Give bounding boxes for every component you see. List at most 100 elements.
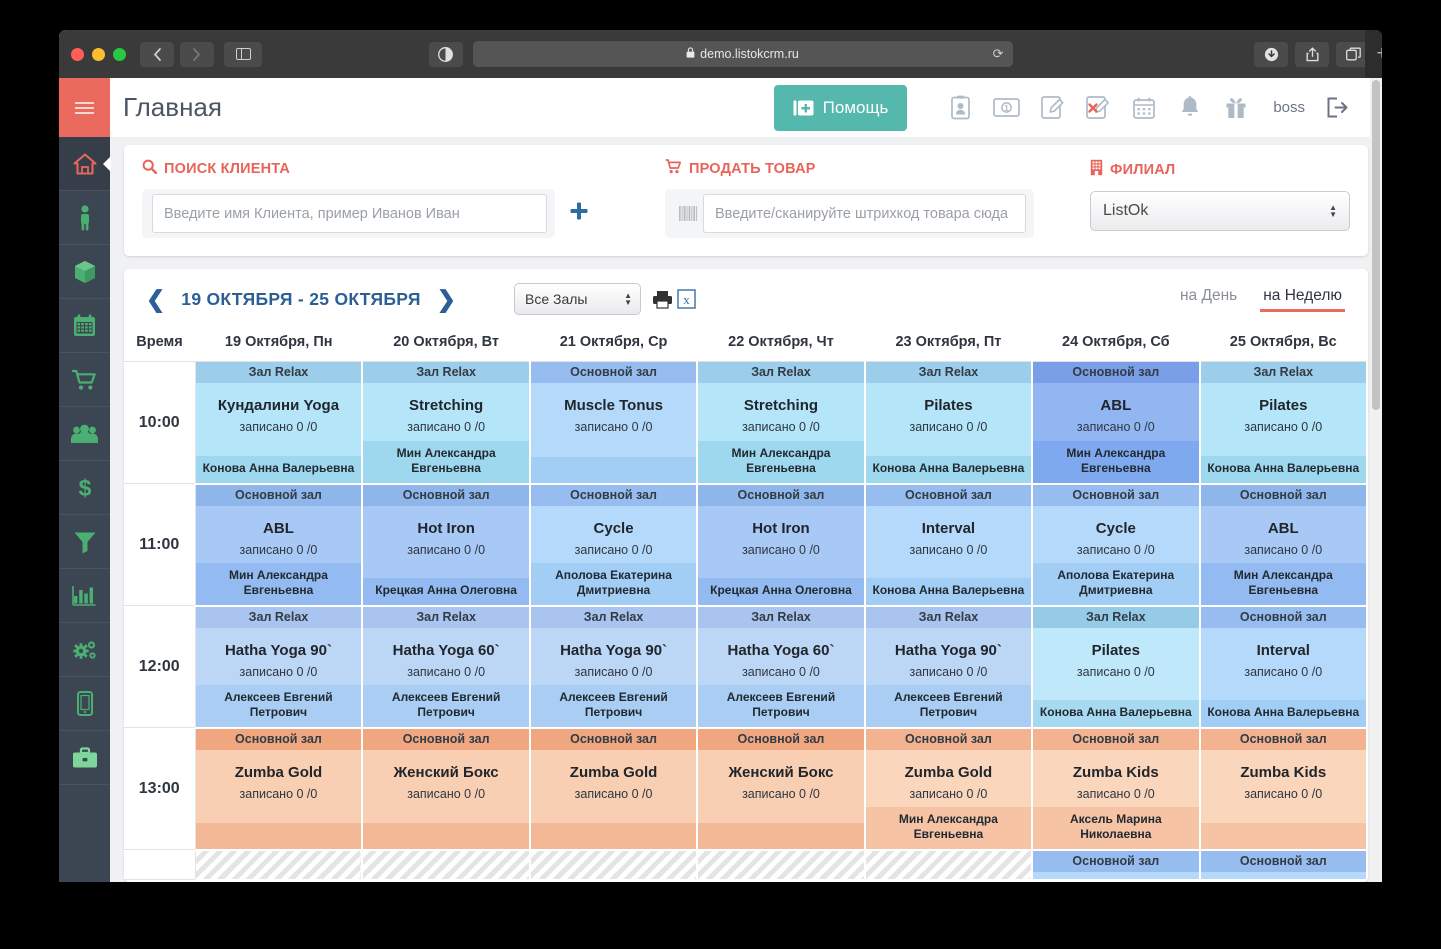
class-event[interactable]: Основной зал Zumba Gold записано 0 /0	[195, 728, 362, 849]
class-event[interactable]: Зал Relax Hatha Yoga 90` записано 0 /0 Алек…	[530, 606, 697, 727]
class-event[interactable]: Основной зал Женский Бокс записано 0 /0	[698, 728, 864, 849]
schedule-cell[interactable]: Основной зал Женский Бокс записано 0 /0	[362, 727, 531, 851]
bell-icon[interactable]	[1167, 88, 1213, 128]
schedule-cell[interactable]: Зал Relax Pilates записано 0 /0 Конова Анна…	[864, 361, 1034, 485]
barcode-input[interactable]	[703, 194, 1026, 233]
sidebar-item-sales[interactable]	[59, 353, 110, 407]
hall-filter-select[interactable]: Все Залы ▲ ▼	[514, 283, 641, 315]
schedule-cell[interactable]: Зал Relax Hatha Yoga 60` записано 0 /0 Алек…	[362, 605, 531, 729]
branch-select[interactable]: ListOk ▲ ▼	[1090, 191, 1350, 231]
schedule-cell[interactable]: Основной зал	[1032, 849, 1201, 881]
schedule-cell[interactable]	[864, 849, 1034, 881]
edit-note-icon[interactable]	[1029, 88, 1075, 128]
schedule-cell[interactable]: Основной зал ABL записано 0 /0 Мин Александ…	[1199, 483, 1368, 607]
maximize-window-button[interactable]	[113, 47, 126, 61]
schedule-cell[interactable]: Основной зал Zumba Gold записано 0 /0	[529, 727, 699, 851]
class-event[interactable]: Зал Relax Pilates записано 0 /0 Конова Анна…	[1200, 362, 1366, 483]
reader-view-icon[interactable]	[428, 41, 463, 67]
schedule-cell[interactable]: Зал Relax Stretching записано 0 /0 Мин Алек…	[362, 361, 531, 485]
sidebar-item-business[interactable]	[59, 731, 110, 785]
schedule-cell[interactable]: Основной зал Muscle Tonus записано 0 /0	[529, 361, 699, 485]
schedule-table-scroll[interactable]: Время 19 Октября, Пн 20 Октября, Вт 21 О…	[124, 325, 1368, 882]
schedule-cell[interactable]: Основной зал Zumba Kids записано 0 /0 Аксел…	[1032, 727, 1201, 851]
sidebar-item-settings[interactable]	[59, 623, 110, 677]
class-event[interactable]: Зал Relax Stretching записано 0 /0 Мин Алек…	[363, 362, 529, 483]
close-window-button[interactable]	[71, 47, 84, 61]
client-search-input[interactable]	[152, 194, 547, 233]
class-event[interactable]: Зал Relax Hatha Yoga 60` записано 0 /0 Алек…	[698, 606, 864, 727]
class-event[interactable]: Основной зал Женский Бокс записано 0 /0	[363, 728, 529, 849]
sidebar-item-funnel[interactable]	[59, 515, 110, 569]
logout-icon[interactable]	[1314, 88, 1360, 128]
class-event[interactable]: Основной зал Cycle записано 0 /0 Аполова Ек…	[1033, 484, 1199, 605]
download-icon[interactable]	[1254, 41, 1288, 67]
sidebar-menu-button[interactable]	[59, 78, 110, 137]
scrollbar-thumb[interactable]	[1372, 80, 1380, 410]
sidebar-item-schedule[interactable]	[59, 299, 110, 353]
class-event[interactable]: Основной зал	[1033, 850, 1199, 879]
sidebar-item-finance[interactable]: $	[59, 461, 110, 515]
excel-export-icon[interactable]: x	[677, 289, 696, 309]
schedule-cell[interactable]: Основной зал Zumba Gold записано 0 /0	[195, 727, 364, 851]
class-event[interactable]: Основной зал Hot Iron записано 0 /0 Крецкая…	[698, 484, 864, 605]
next-week-button[interactable]: ❯	[431, 287, 462, 311]
schedule-cell[interactable]: Основной зал ABL записано 0 /0 Мин Александ…	[195, 483, 364, 607]
help-button[interactable]: Помощь	[773, 84, 908, 131]
gift-icon[interactable]	[1213, 88, 1259, 128]
schedule-cell[interactable]: Зал Relax Hatha Yoga 90` записано 0 /0 Алек…	[864, 605, 1034, 729]
schedule-cell[interactable]: Основной зал Cycle записано 0 /0 Аполова Ек…	[1032, 483, 1201, 607]
class-event[interactable]: Основной зал Interval записано 0 /0 Конова …	[1200, 606, 1366, 727]
class-event[interactable]: Зал Relax Hatha Yoga 90` записано 0 /0 Алек…	[195, 606, 362, 727]
schedule-cell[interactable]	[529, 849, 699, 881]
address-bar[interactable]: demo.listokcrm.ru ⟳	[472, 41, 1013, 67]
class-event[interactable]: Основной зал Muscle Tonus записано 0 /0	[530, 362, 697, 483]
sidebar-item-clients[interactable]	[59, 191, 110, 245]
class-event[interactable]: Основной зал	[1200, 850, 1366, 879]
minimize-window-button[interactable]	[92, 47, 105, 61]
id-card-icon[interactable]	[937, 88, 983, 128]
class-event[interactable]: Основной зал Zumba Kids записано 0 /0 Аксел…	[1033, 728, 1199, 849]
class-event[interactable]: Основной зал ABL записано 0 /0 Мин Александ…	[1033, 362, 1199, 483]
class-event[interactable]: Зал Relax Hatha Yoga 60` записано 0 /0 Алек…	[363, 606, 529, 727]
money-bill-icon[interactable]: 1	[983, 88, 1029, 128]
sidebar-item-reports[interactable]	[59, 569, 110, 623]
sidebar-item-home[interactable]	[59, 137, 110, 191]
add-client-button[interactable]	[569, 201, 589, 226]
tab-day[interactable]: на День	[1180, 287, 1237, 312]
schedule-cell[interactable]: Основной зал ABL записано 0 /0 Мин Александ…	[1032, 361, 1201, 485]
class-event[interactable]: Основной зал Cycle записано 0 /0 Аполова Ек…	[530, 484, 697, 605]
schedule-cell[interactable]	[195, 849, 364, 881]
new-tab-button[interactable]: +	[1365, 30, 1382, 78]
schedule-cell[interactable]: Основной зал Cycle записано 0 /0 Аполова Ек…	[529, 483, 699, 607]
page-scrollbar[interactable]	[1370, 78, 1382, 882]
class-event[interactable]: Основной зал Zumba Gold записано 0 /0	[530, 728, 697, 849]
printer-icon[interactable]	[652, 290, 673, 309]
sidebar-item-staff[interactable]	[59, 407, 110, 461]
schedule-cell[interactable]: Основной зал Hot Iron записано 0 /0 Крецкая…	[697, 483, 866, 607]
schedule-cell[interactable]: Основной зал Interval записано 0 /0 Конова …	[1199, 605, 1368, 729]
prev-week-button[interactable]: ❮	[140, 287, 171, 311]
schedule-cell[interactable]: Основной зал Zumba Kids записано 0 /0	[1199, 727, 1368, 851]
back-button[interactable]	[140, 41, 174, 67]
schedule-cell[interactable]: Зал Relax Pilates записано 0 /0 Конова Анна…	[1199, 361, 1368, 485]
forward-button[interactable]	[180, 41, 214, 67]
schedule-cell[interactable]: Основной зал Interval записано 0 /0 Конова …	[864, 483, 1034, 607]
class-event[interactable]: Основной зал ABL записано 0 /0 Мин Александ…	[195, 484, 362, 605]
schedule-cell[interactable]	[697, 849, 866, 881]
schedule-cell[interactable]: Зал Relax Hatha Yoga 60` записано 0 /0 Алек…	[697, 605, 866, 729]
share-icon[interactable]	[1295, 41, 1329, 67]
class-event[interactable]: Зал Relax Hatha Yoga 90` записано 0 /0 Алек…	[865, 606, 1032, 727]
schedule-cell[interactable]: Основной зал	[1199, 849, 1368, 881]
reload-icon[interactable]: ⟳	[993, 46, 1004, 62]
sidebar-toggle-icon[interactable]	[224, 41, 262, 67]
schedule-cell[interactable]	[362, 849, 531, 881]
calendar-grid-icon[interactable]	[1121, 88, 1167, 128]
schedule-cell[interactable]: Зал Relax Кундалини Yoga записано 0 /0 Коно…	[195, 361, 364, 485]
class-event[interactable]: Основной зал ABL записано 0 /0 Мин Александ…	[1200, 484, 1366, 605]
sidebar-item-products[interactable]	[59, 245, 110, 299]
cancel-note-icon[interactable]	[1075, 88, 1121, 128]
schedule-cell[interactable]: Зал Relax Hatha Yoga 90` записано 0 /0 Алек…	[195, 605, 364, 729]
class-event[interactable]: Основной зал Zumba Gold записано 0 /0 Мин А…	[865, 728, 1032, 849]
schedule-cell[interactable]: Зал Relax Hatha Yoga 90` записано 0 /0 Алек…	[529, 605, 699, 729]
class-event[interactable]: Основной зал Hot Iron записано 0 /0 Крецкая…	[363, 484, 529, 605]
